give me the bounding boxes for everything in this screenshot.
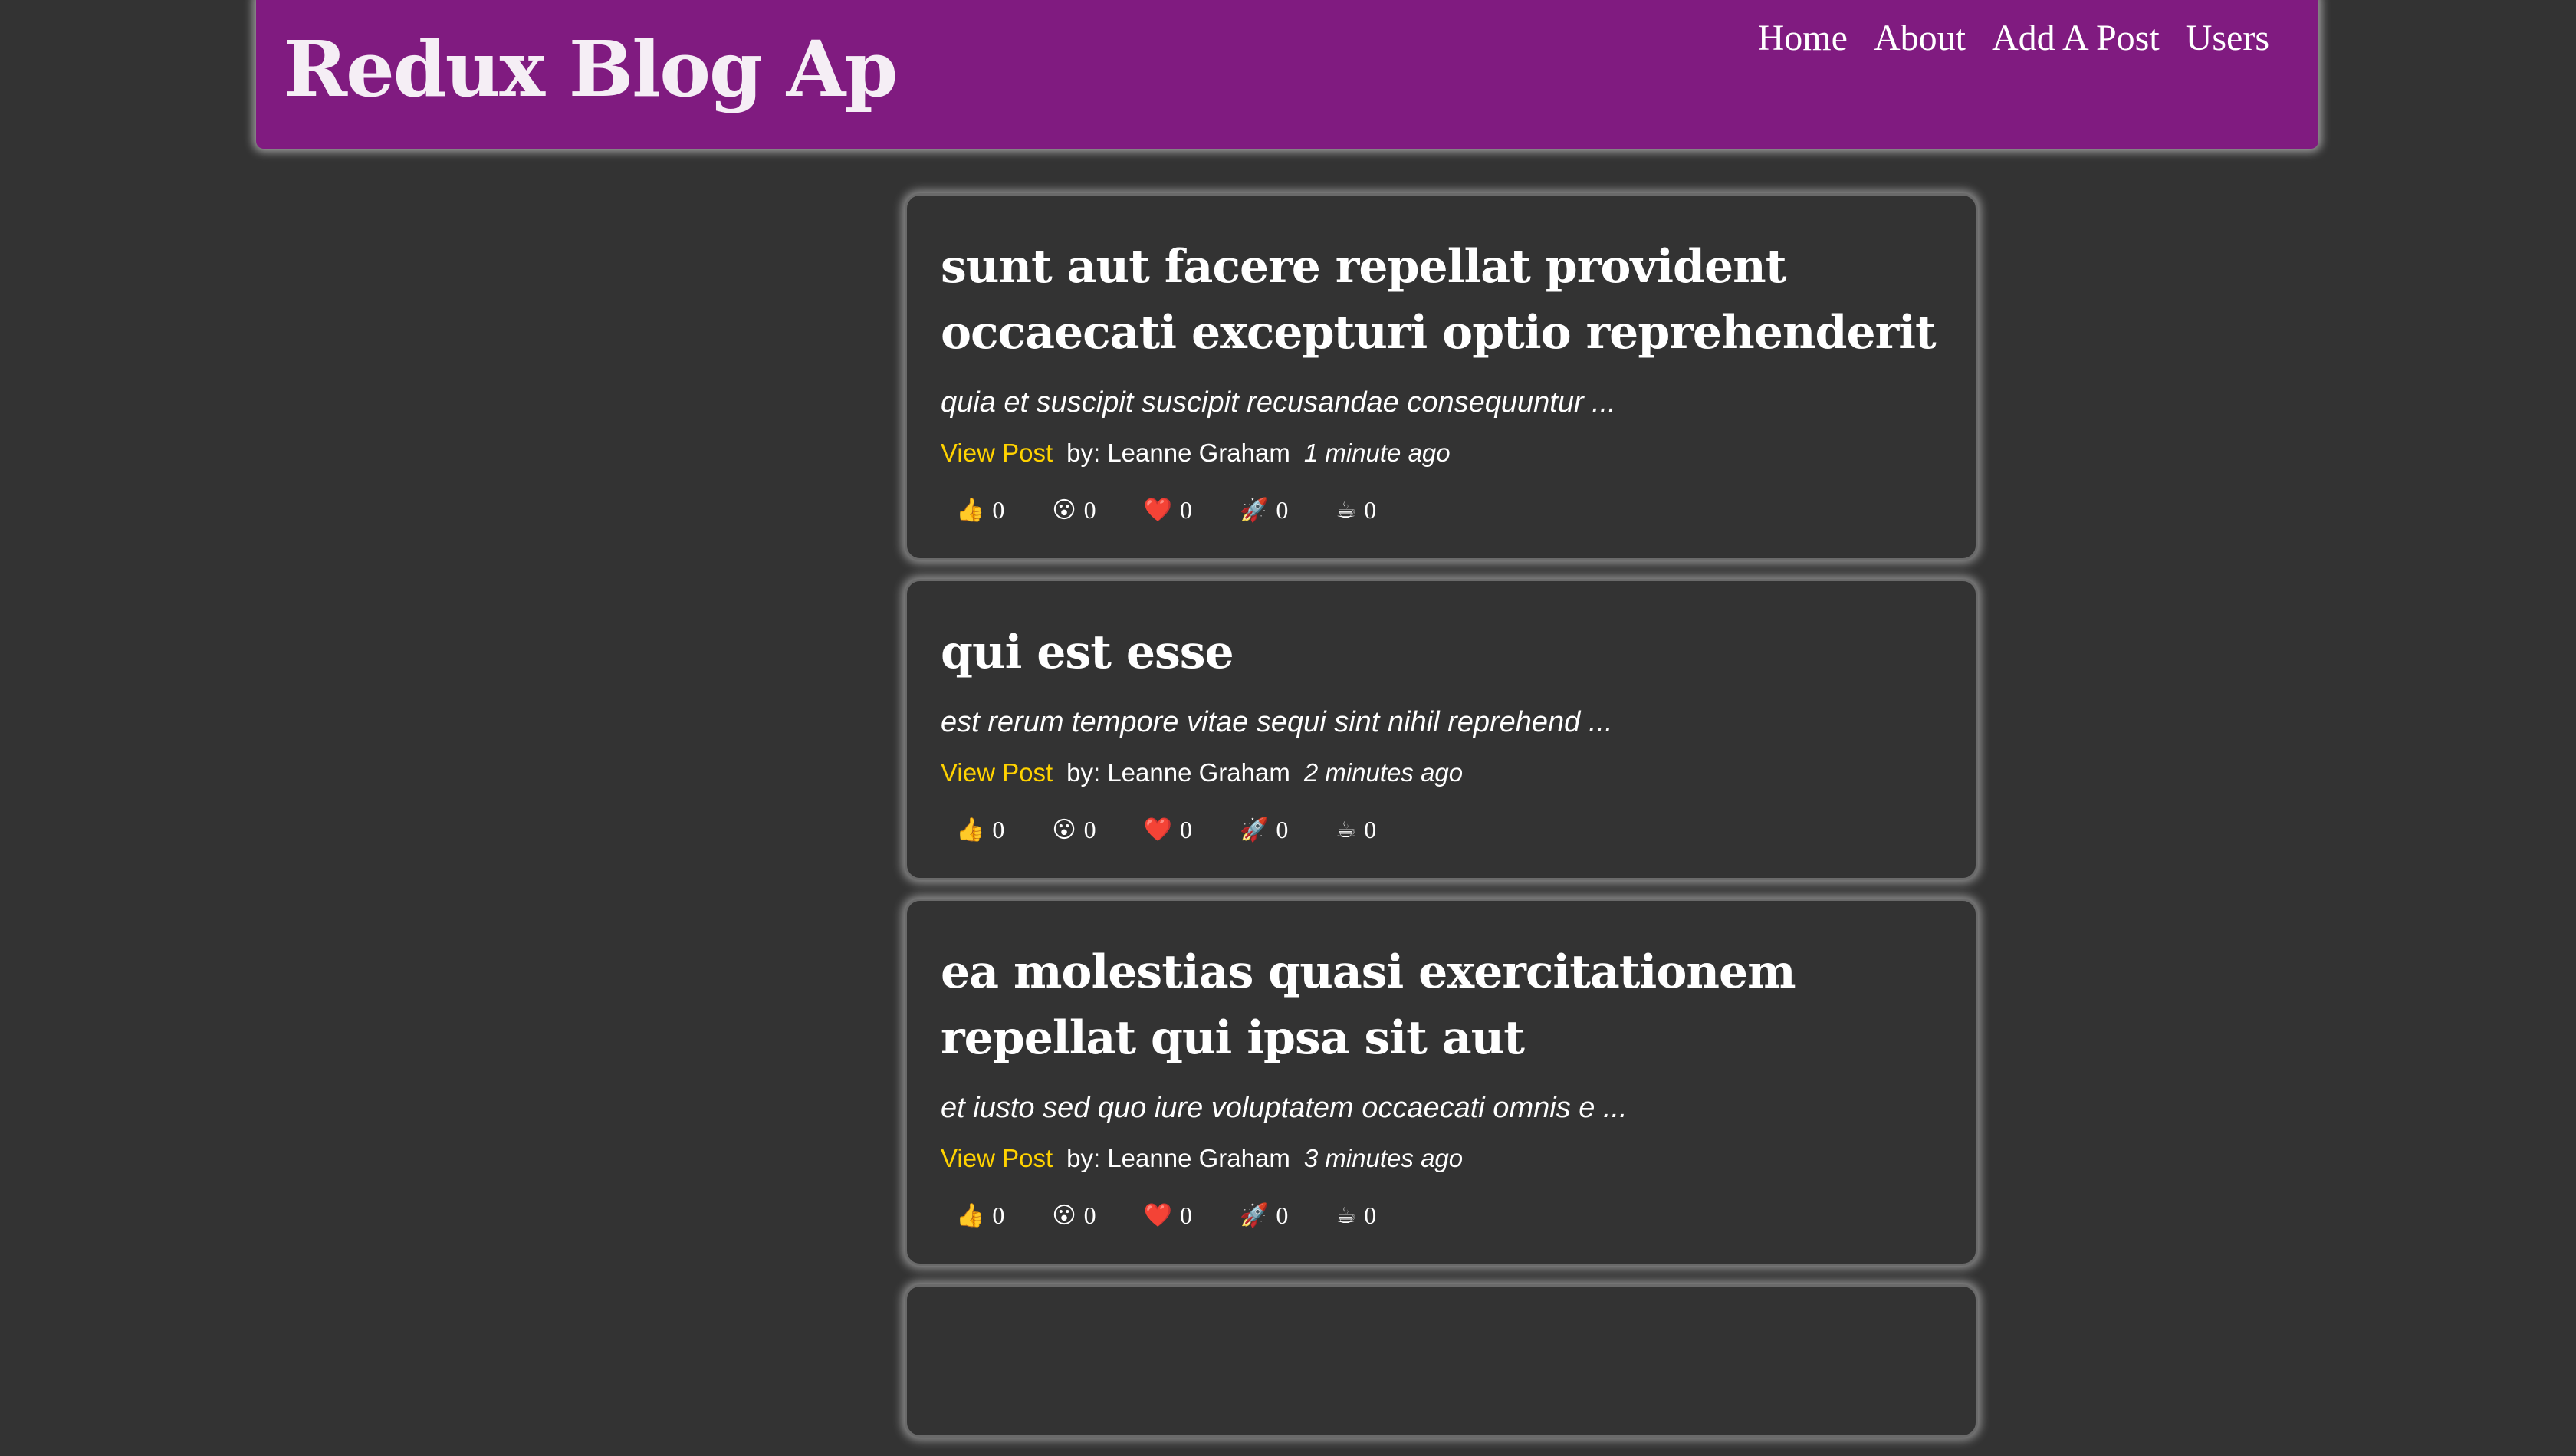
reaction-heart-button[interactable]: ❤️ 0 xyxy=(1129,493,1208,528)
wow-icon: 😮 xyxy=(1052,497,1076,524)
reaction-count: 0 xyxy=(1364,1201,1377,1229)
post-timestamp: 2 minutes ago xyxy=(1303,758,1464,787)
thumbs-up-icon: 👍 xyxy=(956,1202,985,1229)
post-meta: View Post by: Leanne Graham 2 minutes ag… xyxy=(941,756,1942,790)
rocket-icon: 🚀 xyxy=(1240,1202,1269,1229)
reaction-wow-button[interactable]: 😮 0 xyxy=(1037,813,1111,847)
reaction-buttons: 👍 0 😮 0 ❤️ 0 🚀 0 ☕ 0 xyxy=(941,813,1942,847)
rocket-icon: 🚀 xyxy=(1240,817,1269,843)
reaction-coffee-button[interactable]: ☕ 0 xyxy=(1320,493,1392,528)
nav-link-home[interactable]: Home xyxy=(1758,18,1848,58)
view-post-link[interactable]: View Post xyxy=(941,436,1053,470)
post-card: sunt aut facere repellat provident occae… xyxy=(905,193,1978,560)
heart-icon: ❤️ xyxy=(1143,497,1172,524)
reaction-count: 0 xyxy=(992,1201,1005,1229)
reaction-wow-button[interactable]: 😮 0 xyxy=(1037,493,1111,528)
reaction-heart-button[interactable]: ❤️ 0 xyxy=(1129,1198,1208,1233)
post-author: by: Leanne Graham xyxy=(1066,439,1290,467)
reaction-count: 0 xyxy=(1083,816,1096,843)
post-card-partial xyxy=(905,1284,1978,1438)
post-excerpt: est rerum tempore vitae sequi sint nihil… xyxy=(941,706,1613,738)
reaction-buttons: 👍 0 😮 0 ❤️ 0 🚀 0 ☕ 0 xyxy=(941,1198,1942,1233)
nav-link-add-post[interactable]: Add A Post xyxy=(1992,18,2160,58)
post-card: ea molestias quasi exercitationem repell… xyxy=(905,899,1978,1266)
app-header: Redux Blog Ap Home About Add A Post User… xyxy=(256,0,2318,149)
nav-item-about: About xyxy=(1874,14,1966,63)
post-title: ea molestias quasi exercitationem repell… xyxy=(941,945,1796,1065)
wow-icon: 😮 xyxy=(1052,817,1076,843)
nav-item-users: Users xyxy=(2186,14,2269,63)
post-title: sunt aut facere repellat provident occae… xyxy=(941,240,1937,360)
reaction-count: 0 xyxy=(1083,1201,1096,1229)
reaction-count: 0 xyxy=(1276,496,1289,524)
reaction-wow-button[interactable]: 😮 0 xyxy=(1037,1198,1111,1233)
nav-link-users[interactable]: Users xyxy=(2186,18,2269,58)
post-card: qui est esse est rerum tempore vitae seq… xyxy=(905,579,1978,880)
reaction-count: 0 xyxy=(1364,496,1377,524)
coffee-icon: ☕ xyxy=(1336,1202,1357,1229)
reaction-count: 0 xyxy=(992,496,1005,524)
thumbs-up-icon: 👍 xyxy=(956,817,985,843)
reaction-thumbs-up-button[interactable]: 👍 0 xyxy=(941,813,1020,847)
reaction-rocket-button[interactable]: 🚀 0 xyxy=(1224,813,1303,847)
post-author: by: Leanne Graham xyxy=(1066,1144,1290,1172)
reaction-count: 0 xyxy=(1276,816,1289,843)
reaction-thumbs-up-button[interactable]: 👍 0 xyxy=(941,493,1020,528)
post-title: qui est esse xyxy=(941,626,1234,679)
nav-item-add-post: Add A Post xyxy=(1992,14,2160,63)
heart-icon: ❤️ xyxy=(1143,1202,1172,1229)
post-timestamp: 3 minutes ago xyxy=(1303,1144,1464,1172)
post-meta: View Post by: Leanne Graham 1 minute ago xyxy=(941,436,1942,470)
reaction-thumbs-up-button[interactable]: 👍 0 xyxy=(941,1198,1020,1233)
nav-item-home: Home xyxy=(1758,14,1848,63)
reaction-count: 0 xyxy=(1276,1201,1289,1229)
reaction-heart-button[interactable]: ❤️ 0 xyxy=(1129,813,1208,847)
reaction-count: 0 xyxy=(1083,496,1096,524)
reaction-coffee-button[interactable]: ☕ 0 xyxy=(1320,813,1392,847)
thumbs-up-icon: 👍 xyxy=(956,497,985,524)
view-post-link[interactable]: View Post xyxy=(941,1142,1053,1175)
post-excerpt: et iusto sed quo iure voluptatem occaeca… xyxy=(941,1092,1628,1124)
coffee-icon: ☕ xyxy=(1336,817,1357,843)
wow-icon: 😮 xyxy=(1052,1202,1076,1229)
post-meta: View Post by: Leanne Graham 3 minutes ag… xyxy=(941,1142,1942,1175)
heart-icon: ❤️ xyxy=(1143,817,1172,843)
rocket-icon: 🚀 xyxy=(1240,497,1269,524)
nav-list: Home About Add A Post Users xyxy=(1758,14,2269,63)
reaction-count: 0 xyxy=(1180,816,1192,843)
post-timestamp: 1 minute ago xyxy=(1303,439,1451,467)
reaction-buttons: 👍 0 😮 0 ❤️ 0 🚀 0 ☕ 0 xyxy=(941,493,1942,528)
posts-list: sunt aut facere repellat provident occae… xyxy=(905,193,1978,1456)
reaction-rocket-button[interactable]: 🚀 0 xyxy=(1224,1198,1303,1233)
reaction-count: 0 xyxy=(992,816,1005,843)
coffee-icon: ☕ xyxy=(1336,497,1357,524)
app-title: Redux Blog Ap xyxy=(284,24,898,114)
reaction-coffee-button[interactable]: ☕ 0 xyxy=(1320,1198,1392,1233)
reaction-count: 0 xyxy=(1180,1201,1192,1229)
post-author: by: Leanne Graham xyxy=(1066,758,1290,787)
post-excerpt: quia et suscipit suscipit recusandae con… xyxy=(941,386,1616,419)
nav-link-about[interactable]: About xyxy=(1874,18,1966,58)
reaction-count: 0 xyxy=(1364,816,1377,843)
view-post-link[interactable]: View Post xyxy=(941,756,1053,790)
reaction-count: 0 xyxy=(1180,496,1192,524)
reaction-rocket-button[interactable]: 🚀 0 xyxy=(1224,493,1303,528)
